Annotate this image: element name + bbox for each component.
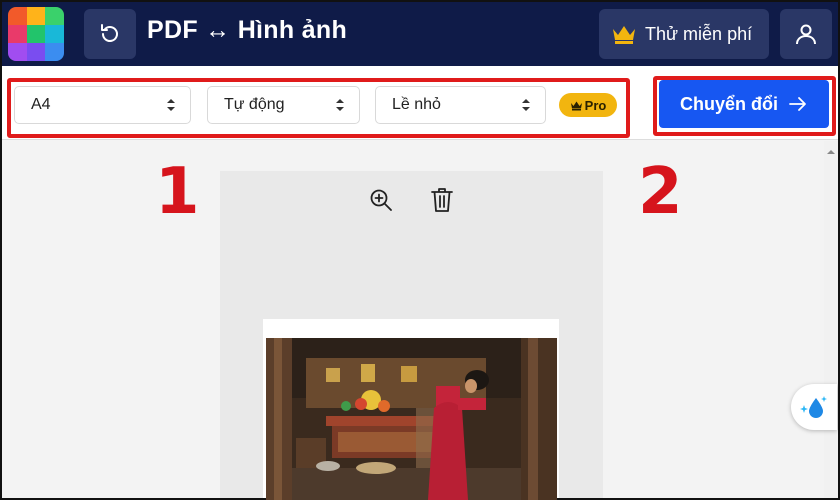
- select-arrows-icon: [521, 98, 531, 112]
- back-button[interactable]: [84, 9, 136, 59]
- app-logo[interactable]: [8, 7, 64, 61]
- convert-label: Chuyển đổi: [680, 93, 778, 114]
- crown-icon: [613, 26, 635, 44]
- orientation-value: Tự động: [224, 96, 285, 113]
- sparkle-drop-icon: [800, 396, 827, 418]
- trash-icon: [431, 188, 453, 212]
- orientation-select[interactable]: Tự động: [207, 86, 360, 124]
- margin-select[interactable]: Lề nhỏ: [375, 86, 546, 124]
- try-free-label: Thử miễn phí: [645, 23, 753, 44]
- try-free-button[interactable]: Thử miễn phí: [599, 9, 769, 59]
- scroll-up-icon[interactable]: [824, 145, 838, 159]
- select-arrows-icon: [166, 98, 176, 112]
- page-title: PDF ↔ Hình ảnh: [147, 16, 348, 44]
- page-photo: [266, 338, 557, 500]
- convert-button[interactable]: Chuyển đổi: [659, 80, 829, 128]
- assistant-button[interactable]: [791, 384, 837, 430]
- select-arrows-icon: [335, 98, 345, 112]
- delete-button[interactable]: [430, 187, 456, 213]
- pro-label: Pro: [584, 97, 607, 113]
- step-2-label: 2: [638, 155, 683, 229]
- crown-icon: [570, 101, 582, 110]
- page-size-select[interactable]: A4: [14, 86, 191, 124]
- zoom-in-button[interactable]: [368, 187, 394, 213]
- user-icon: [796, 24, 816, 45]
- zoom-in-icon: [370, 189, 392, 211]
- pdf-page-preview: [263, 319, 559, 500]
- step-1-label: 1: [155, 155, 200, 229]
- account-button[interactable]: [780, 9, 832, 59]
- pro-badge[interactable]: Pro: [559, 93, 617, 117]
- page-size-value: A4: [31, 96, 51, 113]
- arrow-right-icon: [789, 97, 806, 111]
- vertical-scrollbar[interactable]: [824, 141, 838, 498]
- undo-icon: [101, 24, 118, 42]
- margin-value: Lề nhỏ: [392, 96, 441, 113]
- app-header: PDF ↔ Hình ảnh Thử miễn phí: [2, 2, 838, 66]
